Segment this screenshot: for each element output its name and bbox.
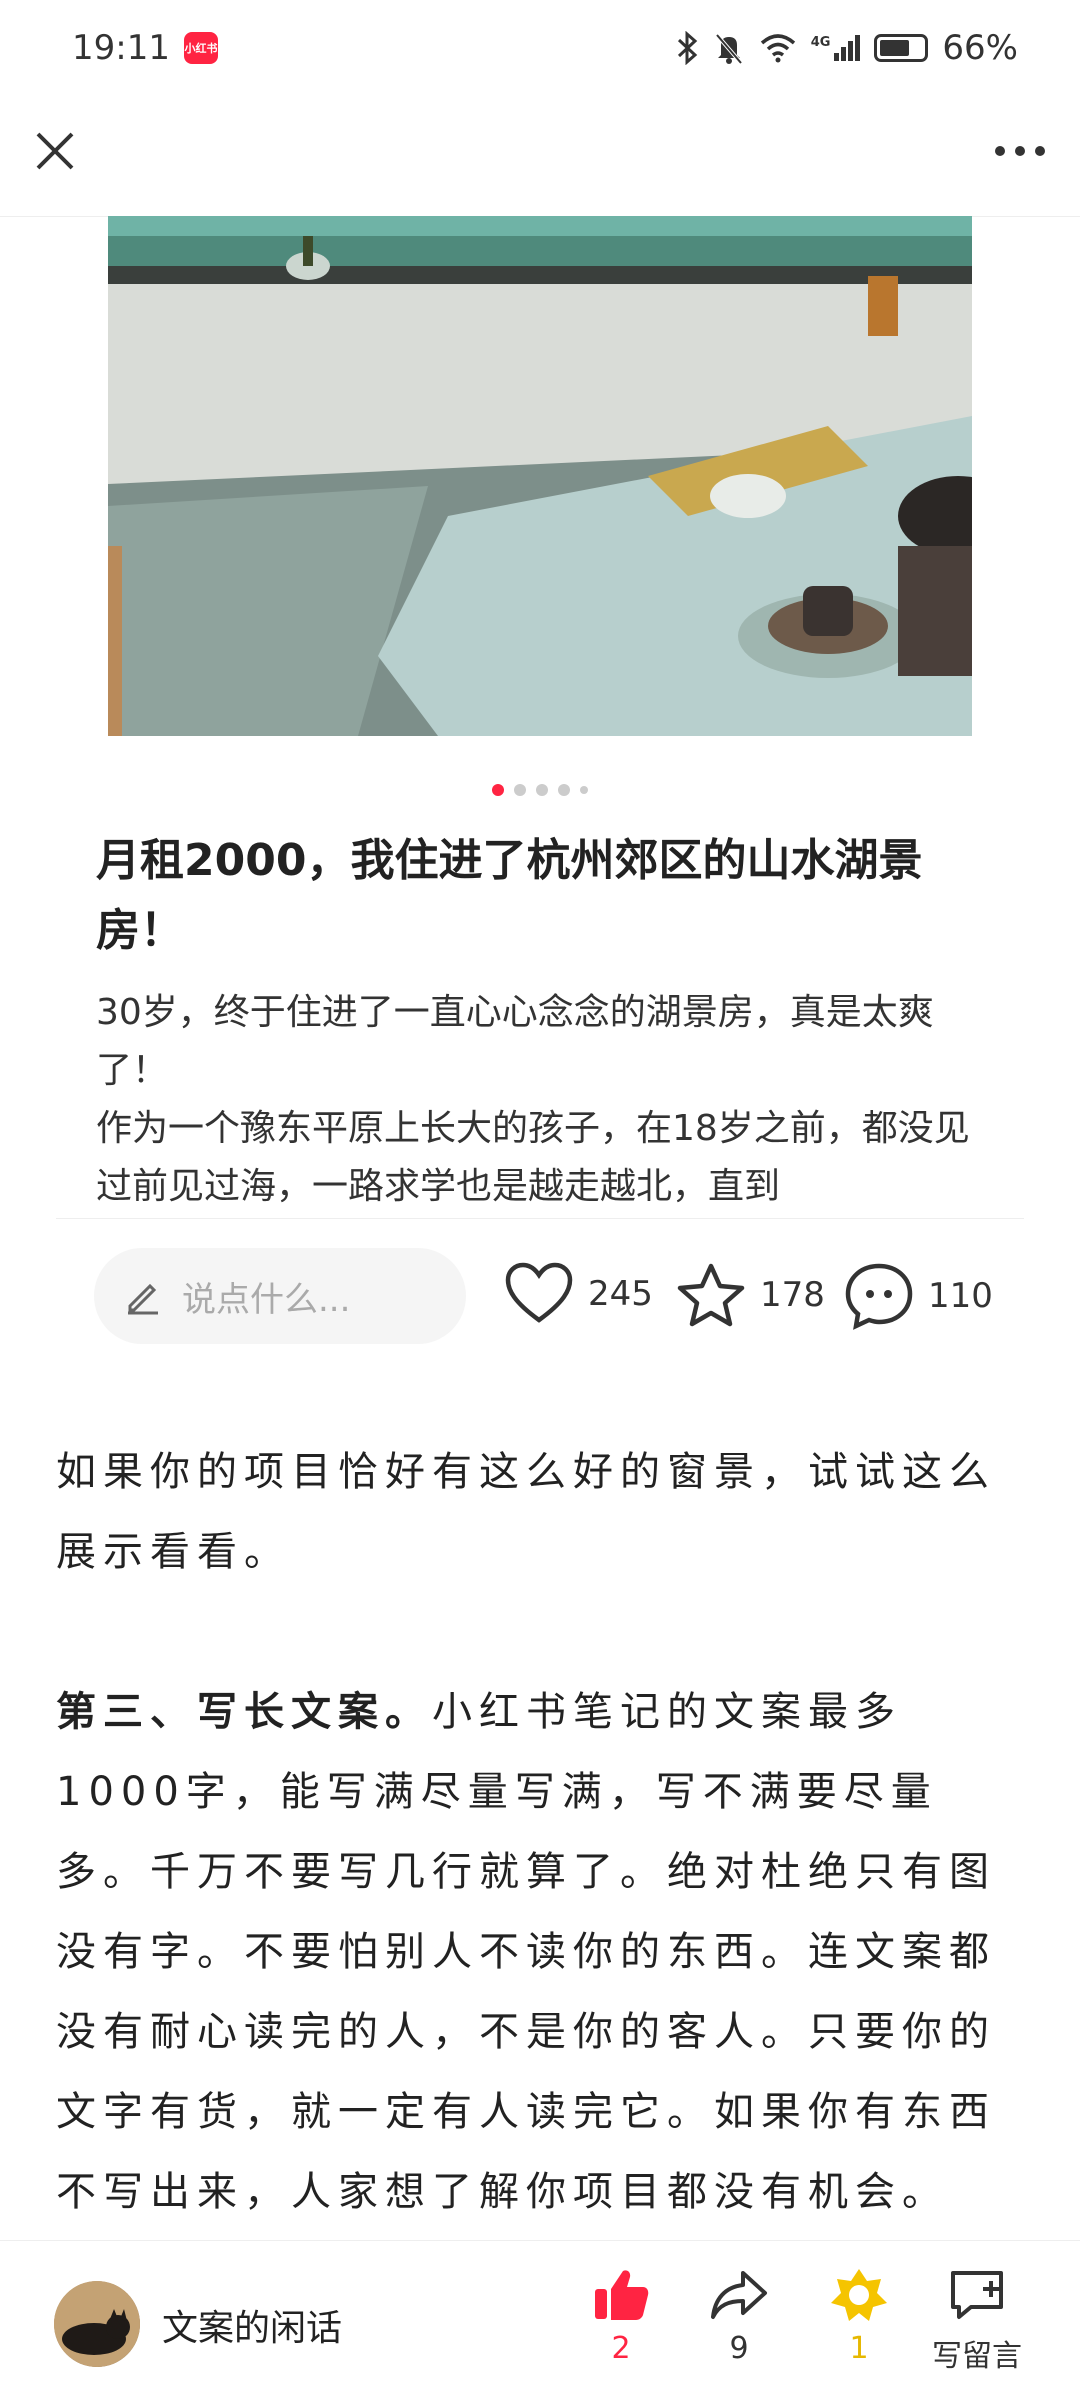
star-icon [677, 1263, 745, 1327]
carousel-dot [536, 784, 548, 796]
heart-icon [505, 1262, 573, 1323]
lake-view-room-image [108, 216, 972, 736]
share-count: 9 [729, 2331, 749, 2366]
comment-bubble-icon [845, 1263, 913, 1330]
carousel-dot [580, 786, 588, 794]
carousel-dot [514, 784, 526, 796]
pencil-icon [128, 1283, 158, 1315]
share-arrow-icon [711, 2271, 767, 2319]
bluetooth-icon [677, 31, 697, 65]
battery-icon [874, 34, 929, 62]
more-dots-icon [995, 146, 1045, 156]
thumbs-up-icon [595, 2270, 649, 2320]
like-count: 245 [588, 1274, 653, 1314]
status-bar: 19:11 小红书 4G 66% [0, 0, 1080, 96]
wifi-icon [760, 34, 795, 63]
cell-signal-icon: 4G [811, 35, 861, 61]
thumbs-up-count: 2 [611, 2331, 631, 2366]
article-paragraph: 第三、写长文案。小红书笔记的文案最多1000字，能写满尽量写满，写不满要尽量多。… [56, 1672, 1024, 2232]
status-time: 19:11 [72, 28, 170, 68]
bottom-action-bar: 文案的闲话 2 9 1 写留言 [0, 2240, 1080, 2401]
cat-avatar-image [54, 2281, 140, 2367]
write-comment-label: 写留言 [932, 2339, 1022, 2374]
divider [56, 1218, 1024, 1219]
article-content: 如果你的项目恰好有这么好的窗景，试试这么展示看看。 第三、写长文案。小红书笔记的… [56, 1432, 1024, 2312]
more-options-button[interactable] [990, 126, 1050, 176]
close-icon [36, 132, 74, 170]
note-body[interactable]: 30岁，终于住进了一直心心念念的湖景房，真是太爽了！ 作为一个豫东平原上长大的孩… [96, 984, 996, 1216]
comment-placeholder: 说点什么... [182, 1279, 351, 1320]
comment-stat-button[interactable]: 110 [844, 1262, 993, 1330]
collect-stat-button[interactable]: 178 [676, 1262, 825, 1328]
article-paragraph-text: 小红书笔记的文案最多1000字，能写满尽量写满，写不满要尽量多。千万不要写几行就… [56, 1689, 996, 2215]
reward-count: 1 [849, 2331, 869, 2366]
comment-count: 110 [928, 1276, 993, 1316]
carousel-indicator [0, 784, 1080, 796]
like-stat-button[interactable]: 245 [504, 1262, 653, 1326]
share-button[interactable]: 9 [684, 2267, 794, 2366]
carousel-dot-active [492, 784, 504, 796]
write-comment-icon [951, 2271, 1003, 2319]
article-heading: 第三、写长文案。 [56, 1689, 432, 1735]
comment-input[interactable]: 说点什么... [94, 1248, 466, 1344]
close-button[interactable] [30, 126, 80, 176]
collect-count: 178 [760, 1275, 825, 1315]
note-body-text: 30岁，终于住进了一直心心念念的湖景房，真是太爽了！ 作为一个豫东平原上长大的孩… [96, 992, 970, 1207]
note-title: 月租2000，我住进了杭州郊区的山水湖景房！ [96, 835, 923, 956]
carousel-dot [558, 784, 570, 796]
note-photo[interactable] [108, 216, 972, 736]
author-avatar[interactable] [54, 2281, 140, 2367]
reward-flower-icon [831, 2269, 887, 2321]
app-badge-icon: 小红书 [183, 32, 218, 64]
top-nav-bar [0, 96, 1080, 217]
reward-button[interactable]: 1 [804, 2267, 914, 2366]
battery-percent: 66% [942, 28, 1018, 68]
network-type: 4G [810, 35, 831, 50]
article-paragraph: 如果你的项目恰好有这么好的窗景，试试这么展示看看。 [56, 1449, 996, 1575]
thumbs-up-button[interactable]: 2 [566, 2267, 676, 2366]
author-name[interactable]: 文案的闲话 [162, 2299, 342, 2351]
mute-bell-icon [715, 33, 743, 65]
write-comment-button[interactable]: 写留言 [922, 2267, 1032, 2375]
